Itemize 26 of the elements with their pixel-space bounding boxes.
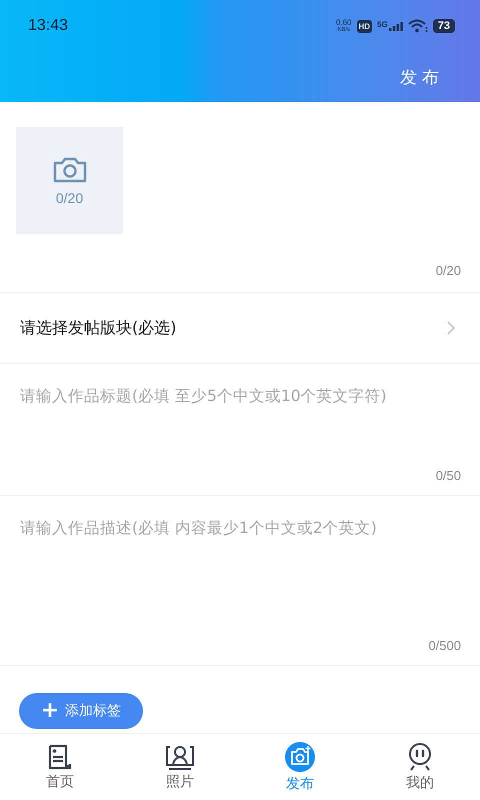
- title-counter: 0/50: [434, 468, 461, 483]
- portrait-icon: [164, 743, 196, 771]
- tab-item[interactable]: 我的: [360, 734, 480, 800]
- chevron-right-icon: [446, 320, 456, 336]
- battery-level: 73: [432, 19, 455, 33]
- wifi-icon: [408, 19, 428, 33]
- description-counter: 0/500: [427, 638, 461, 653]
- hd-badge: HD: [356, 20, 372, 32]
- section-picker[interactable]: 请选择发帖版块(必选): [0, 293, 480, 364]
- add-tag-button[interactable]: + 添加标签: [19, 693, 143, 729]
- camera-icon: [52, 156, 88, 184]
- document-icon: [46, 743, 74, 771]
- tab-item[interactable]: 照片: [120, 734, 240, 800]
- camera-icon: [284, 741, 316, 773]
- tab-item[interactable]: 首页: [0, 734, 120, 800]
- status-time: 13:43: [28, 17, 68, 35]
- title-field[interactable]: 请输入作品标题(必填 至少5个中文或10个英文字符): [20, 386, 461, 468]
- signal-icon: [388, 21, 403, 31]
- description-field[interactable]: 请输入作品描述(必填 内容最少1个中文或2个英文): [20, 518, 461, 638]
- photo-counter: 0/20: [434, 263, 461, 278]
- smiley-face-icon: [406, 742, 434, 772]
- network-speed: 0.60: [336, 18, 352, 26]
- network-type: 5G: [377, 20, 388, 28]
- publish-button[interactable]: 发布: [400, 66, 444, 88]
- tab-item[interactable]: 发布: [240, 734, 360, 800]
- photo-count: 0/20: [56, 190, 84, 206]
